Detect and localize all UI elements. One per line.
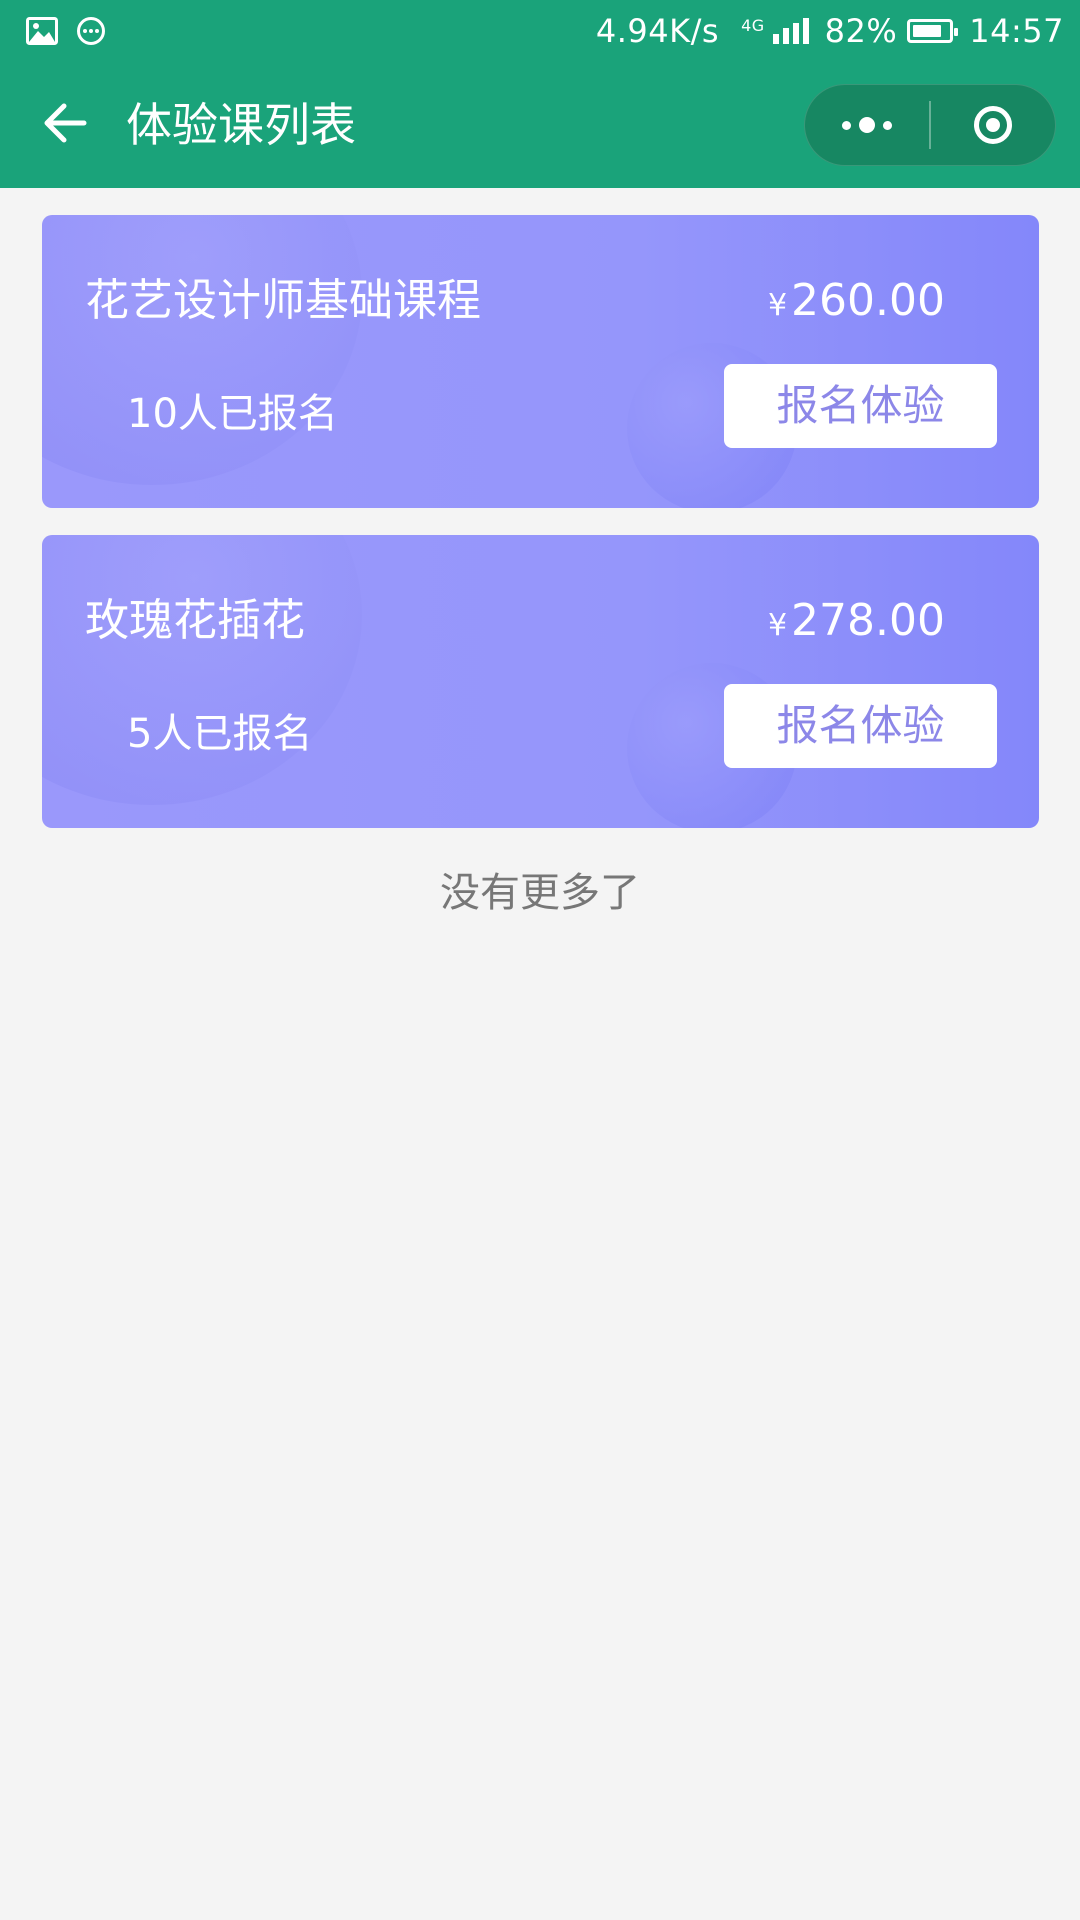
page-title: 体验课列表 (126, 98, 356, 152)
course-card[interactable]: 玫瑰花插花 ¥278.00 5人已报名 报名体验 (42, 535, 1039, 828)
net-speed: 4.94K/s (595, 12, 720, 50)
course-title: 玫瑰花插花 (85, 595, 305, 646)
back-button[interactable] (36, 96, 94, 154)
more-dots-icon (842, 117, 892, 133)
nav-bar: 体验课列表 (0, 62, 1080, 188)
no-more-text: 没有更多了 (440, 870, 640, 916)
status-bar: 4.94K/s 4G 82% 14:57 (0, 0, 1080, 62)
enroll-button[interactable]: 报名体验 (724, 364, 997, 448)
course-title: 花艺设计师基础课程 (85, 275, 481, 326)
network-type: 4G (741, 15, 765, 35)
course-card[interactable]: 花艺设计师基础课程 ¥260.00 10人已报名 报名体验 (42, 215, 1039, 508)
decorative-circle (42, 215, 362, 485)
more-button[interactable] (805, 85, 929, 165)
battery-fill (913, 25, 942, 37)
course-price: ¥278.00 (768, 593, 945, 654)
course-price: ¥260.00 (768, 273, 945, 334)
price-value: 278.00 (791, 595, 945, 646)
image-icon (26, 17, 58, 49)
target-circle-icon (974, 106, 1012, 144)
enrolled-count: 5人已报名 (127, 711, 313, 757)
enrolled-count: 10人已报名 (127, 391, 338, 437)
decorative-circle (42, 535, 362, 805)
chat-bubble-icon (76, 16, 106, 50)
enroll-button[interactable]: 报名体验 (724, 684, 997, 768)
close-button[interactable] (931, 85, 1055, 165)
course-list: 花艺设计师基础课程 ¥260.00 10人已报名 报名体验 玫瑰花插花 ¥278… (42, 215, 1039, 855)
status-time: 14:57 (969, 12, 1064, 50)
back-arrow-icon (42, 102, 88, 148)
battery-icon (907, 19, 959, 43)
status-right: 4.94K/s 4G 82% 14:57 (596, 8, 1064, 54)
currency-symbol: ¥ (767, 608, 788, 643)
signal-icon (772, 18, 809, 44)
battery-percent: 82% (824, 12, 898, 50)
price-value: 260.00 (791, 275, 945, 326)
status-left-icons (26, 16, 106, 50)
menu-capsule (804, 84, 1056, 166)
currency-symbol: ¥ (767, 288, 788, 323)
